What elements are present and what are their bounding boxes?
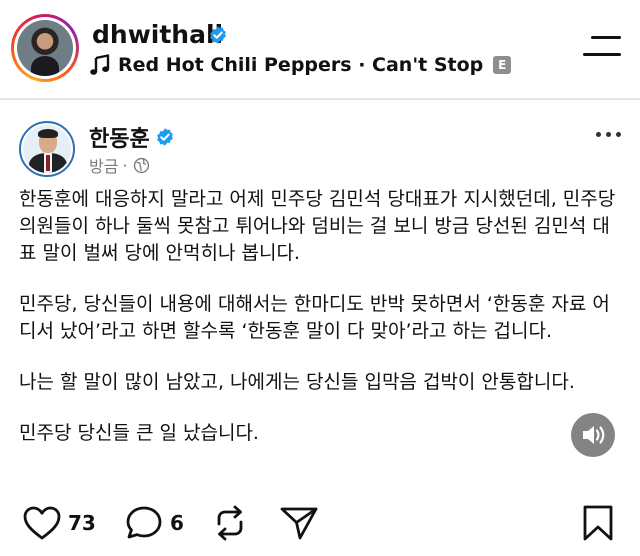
- author-avatar-photo: [23, 125, 71, 173]
- more-options-icon[interactable]: [594, 131, 624, 139]
- sound-icon: [583, 426, 605, 444]
- music-info[interactable]: Red Hot Chili Peppers · Can't Stop E: [90, 53, 512, 77]
- music-note-icon: [90, 54, 110, 75]
- story-avatar[interactable]: [11, 14, 79, 82]
- more-dot: [596, 132, 601, 137]
- verified-badge-icon: [210, 26, 226, 44]
- share-button[interactable]: [278, 500, 320, 546]
- like-count: 73: [68, 511, 96, 535]
- story-username[interactable]: dhwithall: [92, 20, 223, 49]
- explicit-badge: E: [493, 56, 512, 74]
- menu-icon-line: [583, 53, 621, 56]
- story-avatar-photo: [17, 20, 73, 76]
- author-name[interactable]: 한동훈: [89, 121, 150, 153]
- post-body: 한동훈에 대응하지 말라고 어제 민주당 김민석 당대표가 지시했던데, 민주당…: [19, 186, 624, 471]
- avatar-tie: [46, 155, 50, 171]
- post-paragraph: 한동훈에 대응하지 말라고 어제 민주당 김민석 당대표가 지시했던데, 민주당…: [19, 188, 616, 264]
- menu-icon[interactable]: [583, 36, 621, 58]
- comment-count: 6: [170, 511, 184, 535]
- globe-icon: [133, 157, 149, 173]
- avatar-hair: [38, 129, 58, 138]
- more-dot: [606, 132, 611, 137]
- more-dot: [616, 132, 621, 137]
- post-time: 방금: [89, 157, 119, 176]
- post-paragraph: 나는 할 말이 많이 남았고, 나에게는 당신들 입막음 겁박이 안통합니다.: [19, 371, 575, 393]
- comment-icon: [126, 506, 162, 539]
- send-icon: [280, 507, 318, 540]
- heart-icon: [23, 506, 61, 540]
- comment-button[interactable]: 6: [124, 500, 184, 546]
- bookmark-icon: [583, 505, 613, 541]
- save-button[interactable]: [580, 500, 616, 546]
- menu-icon-line: [591, 36, 621, 39]
- like-button[interactable]: 73: [22, 500, 96, 546]
- author-avatar[interactable]: [19, 121, 75, 177]
- post-meta: 방금 ·: [89, 153, 150, 177]
- post-action-bar: 73 6: [0, 500, 640, 546]
- header-divider: [0, 98, 640, 100]
- post-paragraph: 민주당 당신들 큰 일 났습니다.: [19, 422, 259, 444]
- verified-badge-icon: [157, 128, 173, 146]
- music-track-title: Red Hot Chili Peppers · Can't Stop: [118, 54, 484, 76]
- repost-button[interactable]: [210, 500, 250, 546]
- post-paragraph: 민주당, 당신들이 내용에 대해서는 한마디도 반박 못하면서 ‘한동훈 자료 …: [19, 293, 610, 342]
- meta-separator: ·: [122, 155, 128, 175]
- sound-toggle-button[interactable]: [571, 413, 615, 457]
- repost-icon: [217, 505, 243, 541]
- story-header: dhwithall Red Hot Chili Peppers · Can't …: [0, 0, 640, 96]
